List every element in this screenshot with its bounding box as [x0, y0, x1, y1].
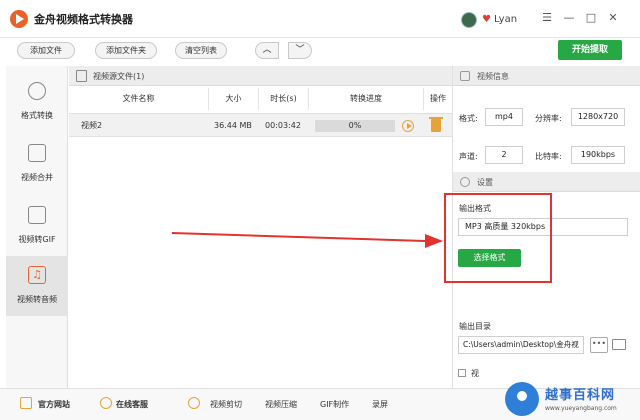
- add-folder-button[interactable]: 添加文件夹: [95, 42, 157, 59]
- sidebar-item-label: 视频合并: [21, 173, 53, 182]
- sidebar-item-label: 视频转GIF: [18, 235, 56, 244]
- folder-icon[interactable]: [612, 339, 626, 350]
- output-dir-label: 输出目录: [459, 322, 491, 331]
- format-value: mp4: [485, 108, 523, 126]
- bitrate-value: 190kbps: [571, 146, 625, 164]
- sidebar-item-video-to-gif[interactable]: 视频转GIF: [6, 196, 68, 256]
- tools-icon: [188, 397, 200, 409]
- sidebar-item-label: 视频转音频: [17, 295, 57, 304]
- home-icon: [20, 397, 32, 409]
- gif-make-link[interactable]: GIF制作: [320, 399, 349, 410]
- gear-icon: [460, 177, 470, 187]
- highlight-box: [444, 193, 552, 283]
- file-duration: 00:03:42: [265, 121, 301, 130]
- watermark-url: www.yueyangbang.com: [545, 405, 617, 412]
- online-support-link[interactable]: 在线客服: [116, 399, 148, 410]
- video-info-title: 视频信息: [477, 72, 509, 81]
- minimize-button[interactable]: —: [562, 11, 576, 25]
- username[interactable]: Lyan: [494, 14, 517, 25]
- image-icon: [28, 206, 46, 224]
- maximize-button[interactable]: □: [584, 11, 598, 25]
- sidebar-item-label: 格式转换: [21, 111, 53, 120]
- move-up-button[interactable]: ︿: [255, 42, 279, 59]
- sidebar: 格式转换 视频合并 视频转GIF ♫ 视频转音频: [6, 66, 68, 388]
- video-info-header: 视频信息: [453, 66, 640, 86]
- file-size: 36.44 MB: [214, 121, 252, 130]
- play-circle-icon: [28, 82, 46, 100]
- column-header-duration: 时长(s): [259, 88, 309, 110]
- screen-record-link[interactable]: 录屏: [372, 399, 388, 410]
- settings-header: 设置: [453, 172, 640, 192]
- conversion-progress: 0%: [315, 120, 395, 132]
- table-row[interactable]: 视频2 36.44 MB 00:03:42 0%: [69, 113, 452, 137]
- bitrate-label: 比特率:: [535, 152, 562, 161]
- play-icon[interactable]: [402, 120, 414, 132]
- trash-icon[interactable]: [429, 117, 443, 132]
- column-header-name: 文件名称: [69, 88, 209, 110]
- close-button[interactable]: ✕: [606, 11, 620, 25]
- settings-title: 设置: [477, 178, 493, 187]
- toolbar: 添加文件 添加文件夹 清空列表 ︿ ﹀: [0, 38, 640, 64]
- app-title: 金舟视频格式转换器: [34, 13, 133, 26]
- file-list-header: 视频源文件(1): [69, 66, 452, 86]
- music-note-icon: ♫: [28, 266, 46, 284]
- browse-more-button[interactable]: •••: [590, 337, 608, 353]
- channel-label: 声道:: [459, 152, 478, 161]
- merge-icon: [28, 144, 46, 162]
- add-file-button[interactable]: 添加文件: [17, 42, 75, 59]
- start-extract-button[interactable]: 开始提取: [558, 40, 622, 60]
- option-checkbox[interactable]: [458, 369, 466, 377]
- column-header-action: 操作: [430, 94, 446, 103]
- user-avatar[interactable]: [461, 12, 477, 28]
- output-dir-field[interactable]: C:\Users\admin\Desktop\金舟视: [458, 336, 584, 354]
- column-header-size: 大小: [209, 88, 259, 110]
- annotation-arrow: [171, 232, 443, 248]
- channel-value: 2: [485, 146, 523, 164]
- sidebar-item-video-to-audio[interactable]: ♫ 视频转音频: [6, 256, 68, 316]
- app-logo-icon: [10, 10, 28, 28]
- support-icon: [100, 397, 112, 409]
- title-bar: 金舟视频格式转换器 ♥ Lyan ☰ — □ ✕: [0, 0, 640, 38]
- sidebar-item-format-convert[interactable]: 格式转换: [6, 72, 68, 132]
- format-label: 格式:: [459, 114, 478, 123]
- video-info-icon: [460, 71, 470, 81]
- clear-list-button[interactable]: 清空列表: [175, 42, 227, 59]
- file-name: 视频2: [81, 121, 103, 130]
- official-site-link[interactable]: 官方网站: [38, 399, 70, 410]
- watermark-brand: 越事百科网: [545, 388, 616, 403]
- resolution-label: 分辨率:: [535, 114, 562, 123]
- video-cut-link[interactable]: 视频剪切: [210, 399, 242, 410]
- move-down-button[interactable]: ﹀: [288, 42, 312, 59]
- vip-heart-icon: ♥: [482, 14, 491, 25]
- document-icon: [76, 70, 87, 82]
- video-compress-link[interactable]: 视频压缩: [265, 399, 297, 410]
- file-list-title: 视频源文件(1): [93, 72, 145, 81]
- watermark-logo-icon: [505, 382, 539, 416]
- sidebar-item-video-merge[interactable]: 视频合并: [6, 134, 68, 194]
- resolution-value: 1280x720: [571, 108, 625, 126]
- bottom-bar: 官方网站 在线客服 视频剪切 视频压缩 GIF制作 录屏: [0, 388, 640, 420]
- column-header-progress: 转换进度: [309, 88, 424, 110]
- checkbox-label: 视: [471, 369, 479, 378]
- menu-icon[interactable]: ☰: [540, 11, 554, 25]
